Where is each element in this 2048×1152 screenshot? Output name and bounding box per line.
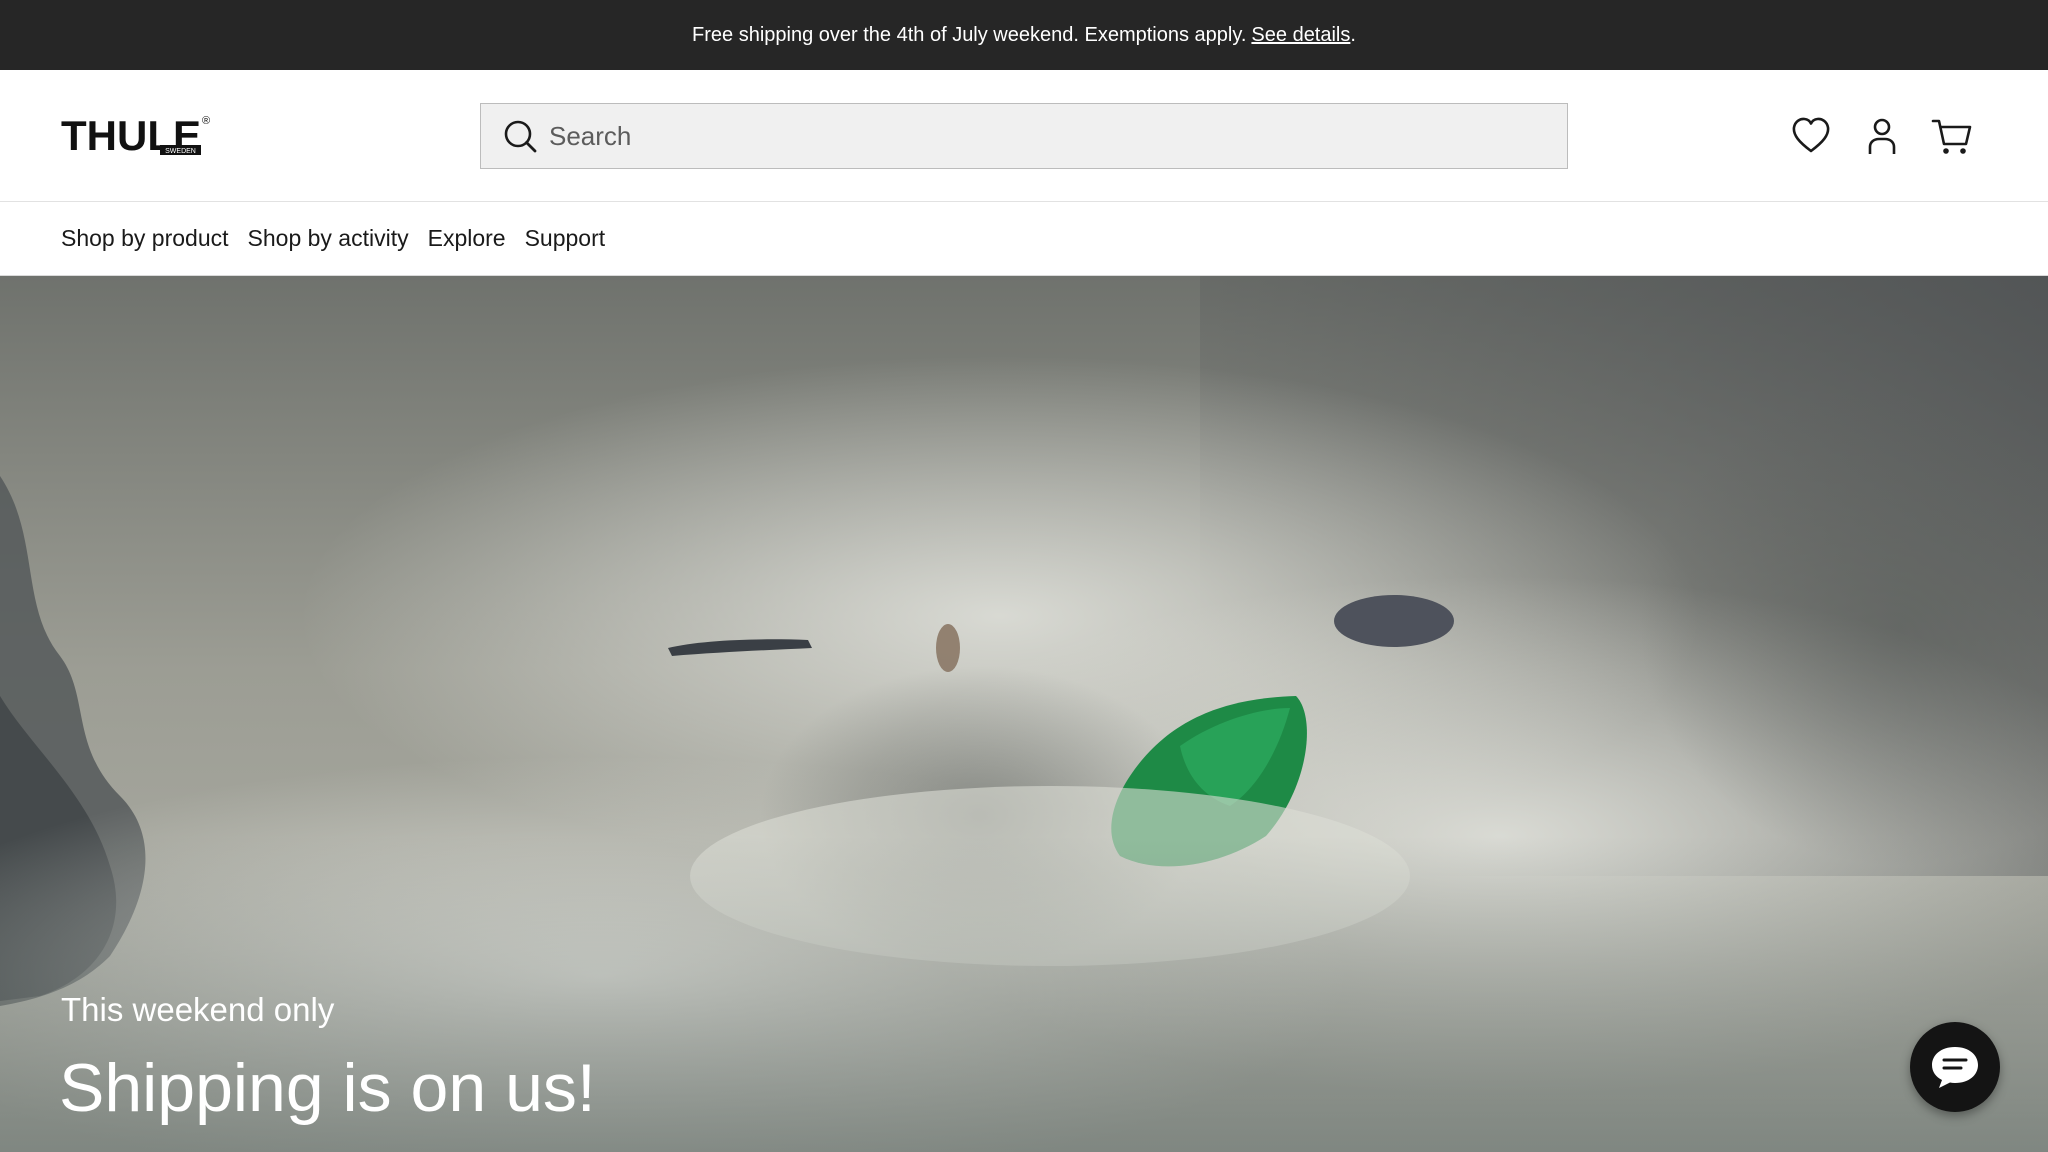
nav-item-support[interactable]: Support (525, 225, 606, 252)
nav-item-explore[interactable]: Explore (428, 225, 506, 252)
hero-eyebrow: This weekend only (61, 991, 335, 1028)
chat-bubble-icon (1932, 1047, 1978, 1088)
promo-bar: Free shipping over the 4th of July weeke… (0, 0, 2048, 70)
heart-icon[interactable] (1789, 114, 1833, 158)
chat-button[interactable] (1910, 1022, 2000, 1112)
search-input[interactable] (537, 103, 1567, 169)
search-bar[interactable] (480, 103, 1568, 169)
cart-icon[interactable] (1930, 114, 1974, 158)
nav-item-shop-by-activity[interactable]: Shop by activity (248, 225, 409, 252)
thule-logo[interactable]: THULE SWEDEN ® (61, 114, 211, 158)
hero-title: Shipping is on us! (59, 1050, 596, 1126)
site-header: THULE SWEDEN ® (0, 70, 2048, 202)
search-icon (504, 120, 537, 153)
logo-sub-mark: SWEDEN (165, 148, 196, 155)
hero-banner[interactable]: This weekend only Shipping is on us! (0, 276, 2048, 1152)
promo-text: Free shipping over the 4th of July weeke… (692, 23, 1247, 46)
user-icon[interactable] (1860, 114, 1904, 158)
promo-trailing-period: . (1350, 23, 1356, 46)
main-nav: Shop by product Shop by activity Explore… (0, 202, 2048, 276)
see-details-link[interactable]: See details (1251, 24, 1350, 47)
nav-item-shop-by-product[interactable]: Shop by product (61, 225, 229, 252)
logo-registered-mark: ® (202, 115, 210, 127)
